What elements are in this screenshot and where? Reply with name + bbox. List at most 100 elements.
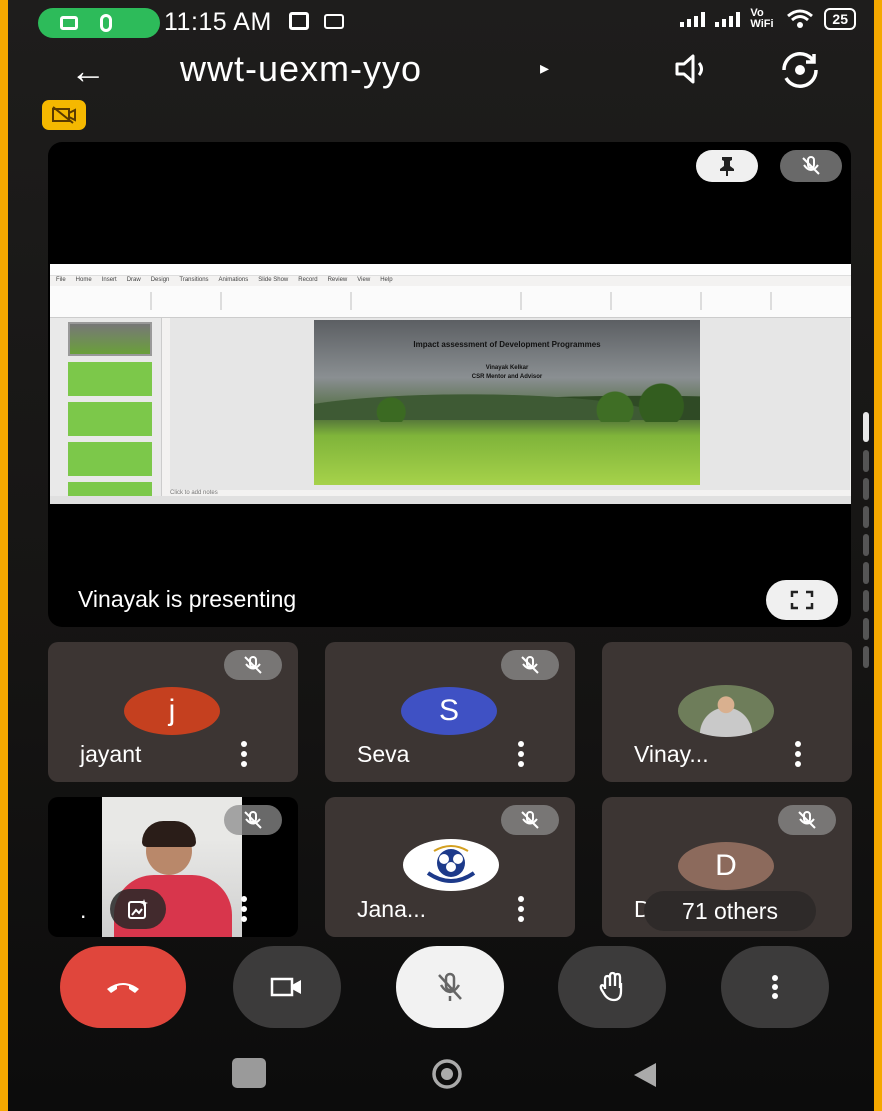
meeting-code[interactable]: wwt-uexm-yyo (180, 48, 422, 90)
camera-button[interactable] (233, 946, 341, 1028)
slide-thumbnails (50, 318, 162, 498)
hang-up-icon (107, 983, 139, 993)
slide-thumbnail (68, 362, 152, 396)
recording-indicator[interactable] (38, 8, 160, 38)
raise-hand-button[interactable] (558, 946, 666, 1028)
participant-muted-button (224, 805, 282, 835)
menu-animations: Animations (218, 277, 249, 283)
signal-2-icon (715, 11, 741, 27)
camera-off-badge[interactable] (42, 100, 86, 130)
scroll-indicator (863, 646, 869, 668)
mic-off-icon (438, 972, 462, 1001)
end-call-button[interactable] (60, 946, 186, 1028)
more-vert-icon[interactable] (238, 896, 250, 922)
pin-icon (720, 157, 734, 176)
participant-tile-self-video[interactable]: . (48, 797, 298, 937)
app-title-bar (50, 264, 851, 276)
scroll-indicator (863, 562, 869, 584)
camera-indicator-icon (60, 16, 78, 30)
back-nav-button[interactable] (630, 1060, 660, 1090)
recents-nav-button[interactable] (232, 1058, 266, 1088)
slide-thumbnail (68, 322, 152, 356)
status-time: 11:15 AM (164, 8, 272, 36)
mic-indicator-icon (100, 14, 112, 32)
slide-thumbnail (68, 402, 152, 436)
menu-slide-show: Slide Show (258, 277, 289, 283)
menu-help: Help (380, 277, 393, 283)
presenter-muted-button[interactable] (780, 150, 842, 182)
avatar: S (401, 687, 497, 735)
scroll-indicator (863, 450, 869, 472)
wifi-icon (787, 9, 814, 28)
app-ribbon (50, 286, 851, 318)
menu-review: Review (327, 277, 348, 283)
participant-tile-others[interactable]: D Dur 71 others (602, 797, 852, 937)
participant-muted-button (501, 650, 559, 680)
more-vert-icon (772, 975, 778, 999)
slide-thumbnail (68, 482, 152, 496)
switch-camera-icon[interactable] (778, 50, 822, 90)
scroll-indicator (863, 534, 869, 556)
menu-home: Home (75, 277, 92, 283)
fullscreen-button[interactable] (766, 580, 838, 620)
speaker-icon[interactable] (673, 52, 713, 86)
more-vert-icon[interactable] (515, 896, 527, 922)
home-nav-button[interactable] (428, 1059, 466, 1089)
menu-draw: Draw (126, 277, 141, 283)
avatar-photo (678, 685, 774, 737)
participant-tile-jana[interactable]: Jana... (325, 797, 575, 937)
avatar: D (678, 842, 774, 890)
shared-screen: File Home Insert Draw Design Transitions… (50, 264, 851, 504)
app-status-bar (50, 496, 851, 504)
video-camera-icon (270, 977, 301, 997)
mic-off-icon (521, 811, 539, 829)
pin-button[interactable] (696, 150, 758, 182)
scroll-indicator (863, 618, 869, 640)
fullscreen-icon (790, 590, 814, 610)
scroll-indicator (863, 506, 869, 528)
slide-author: Vinayak Kelkar CSR Mentor and Advisor (314, 364, 700, 382)
slide-canvas: Impact assessment of Development Program… (170, 318, 850, 490)
menu-view: View (357, 277, 371, 283)
menu-design: Design (150, 277, 170, 283)
participant-name: . (80, 897, 87, 923)
effects-icon (128, 899, 148, 919)
participant-name: jayant (80, 741, 142, 767)
back-arrow-icon[interactable]: ← (70, 50, 106, 92)
organization-logo-icon (426, 845, 476, 883)
vowifi-label: Vo WiFi (750, 7, 774, 30)
menu-file: File (56, 277, 66, 283)
more-vert-icon[interactable] (792, 741, 804, 767)
more-vert-icon[interactable] (238, 741, 250, 767)
phone-screen: 11:15 AM Vo WiFi 25 ← wwt-uexm-yyo ▸ Fil… (8, 0, 874, 1111)
microphone-button[interactable] (396, 946, 504, 1028)
signal-1-icon (680, 11, 706, 27)
slide-title: Impact assessment of Development Program… (413, 340, 601, 349)
slide-author-role: CSR Mentor and Advisor (471, 374, 543, 380)
scroll-indicator (863, 478, 869, 500)
app-menu: File Home Insert Draw Design Transitions… (56, 277, 393, 283)
mic-off-icon (521, 656, 539, 674)
participant-name: Vinay... (634, 741, 709, 767)
participant-muted-button (501, 805, 559, 835)
current-slide: Impact assessment of Development Program… (314, 320, 700, 485)
presentation-tile[interactable]: File Home Insert Draw Design Transitions… (48, 142, 851, 627)
others-count-chip[interactable]: 71 others (644, 891, 816, 931)
scroll-indicator-active (863, 412, 869, 442)
avatar-logo (403, 839, 499, 891)
status-bar: 11:15 AM Vo WiFi 25 (8, 0, 874, 44)
mic-off-icon (802, 156, 820, 175)
mic-off-icon (244, 656, 262, 674)
participant-tile-jayant[interactable]: j jayant (48, 642, 298, 782)
participant-tile-vinay[interactable]: Vinay... (602, 642, 852, 782)
more-vert-icon[interactable] (515, 741, 527, 767)
meeting-info-caret-icon[interactable]: ▸ (540, 58, 549, 79)
home-circle-icon (432, 1059, 462, 1089)
more-options-button[interactable] (721, 946, 829, 1028)
participant-tile-seva[interactable]: S Seva (325, 642, 575, 782)
effects-button[interactable] (110, 889, 166, 929)
mic-off-icon (244, 811, 262, 829)
back-triangle-icon (634, 1063, 656, 1087)
presenter-label: Vinayak is presenting (78, 586, 297, 612)
slide-author-name: Vinayak Kelkar (485, 365, 529, 371)
